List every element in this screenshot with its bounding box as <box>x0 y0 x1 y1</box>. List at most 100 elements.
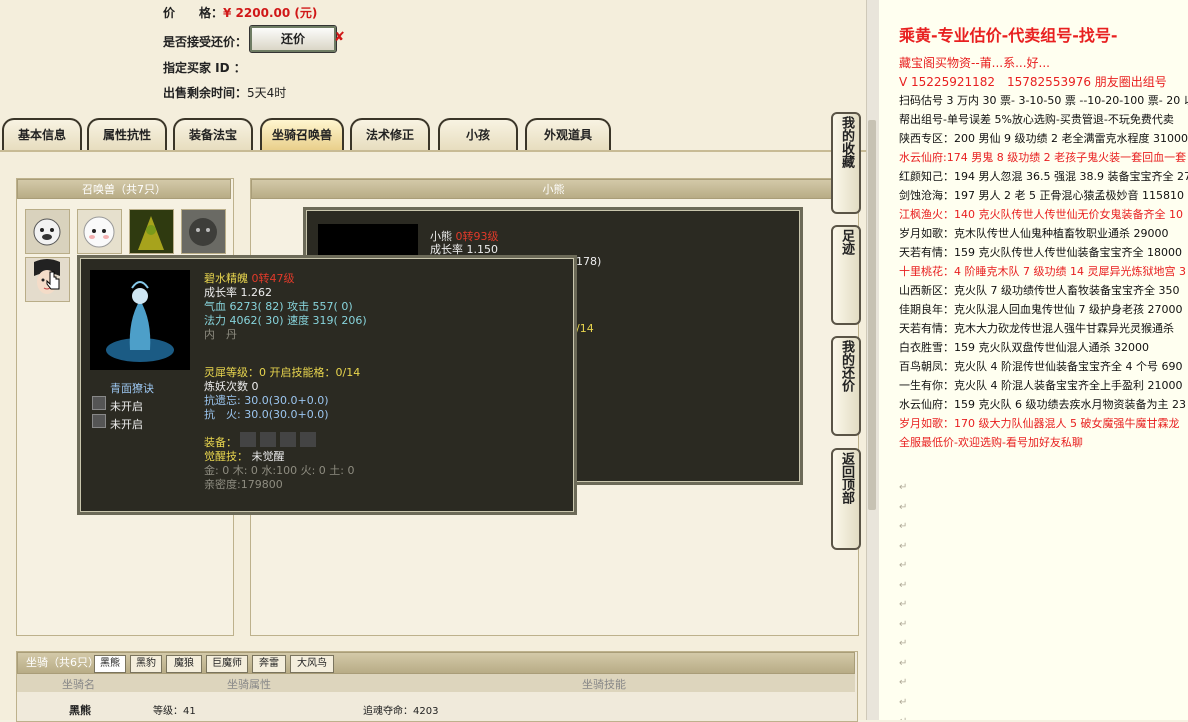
pet-slot-4[interactable] <box>181 209 226 254</box>
return-mark-icon: ↵ <box>899 482 908 493</box>
back-pet-partial-2: /14 <box>576 322 594 335</box>
mount-tab-heixiong[interactable]: 黑熊 <box>94 655 126 673</box>
notes-line: 十里桃花：4 阶睡克木队 7 级功绩 14 灵犀异光炼狱地宫 3 <box>899 265 1186 278</box>
pet-locked-slot-2: 未开启 <box>110 418 143 431</box>
tab-basic-info[interactable]: 基本信息 <box>2 118 82 150</box>
mount-tab-jumoshi[interactable]: 巨魔师 <box>206 655 248 673</box>
mount-header-name: 坐骑名 <box>62 678 95 691</box>
price-label: 价 格： <box>163 6 224 20</box>
return-mark-icon: ↵ <box>899 716 907 720</box>
notes-line: 帮出组号-单号误差 5%放心选购-买贵管退-不玩免费代卖 <box>899 113 1174 126</box>
time-left-label: 出售剩余时间： <box>163 86 248 100</box>
tab-spell-correction[interactable]: 法术修正 <box>350 118 430 150</box>
time-left-value: 5天4时 <box>247 86 287 100</box>
mount-header-attributes: 坐骑属性 <box>227 678 271 691</box>
mount-tab-molang[interactable]: 魔狼 <box>166 655 202 673</box>
notes-line: 山西新区：克火队 7 级功绩传世人畜牧装备宝宝齐全 350 <box>899 284 1180 297</box>
mount-name: 黑熊 <box>69 704 91 717</box>
pet-neidan: 内 丹 <box>204 328 237 341</box>
notes-line: 水云仙府:174 男鬼 8 级功绩 2 老孩子鬼火装一套回血一套 <box>899 151 1187 164</box>
buyer-id-label: 指定买家 ID ： <box>163 61 246 75</box>
return-mark-icon: ↵ <box>899 560 908 571</box>
mount-tab-dafengniao[interactable]: 大风鸟 <box>290 655 334 673</box>
mount-life: 追魂夺命：4203 <box>363 706 439 717</box>
notes-line: 佳期良年：克火队混人回血鬼传世仙 7 级护身老孩 27000 <box>899 303 1183 316</box>
pet-skill: 青面獠诀 <box>110 382 154 395</box>
return-mark-icon: ↵ <box>899 599 908 610</box>
pet-tooltip: 碧水精魄 0转47级 成长率 1.262 气血 6273( 82) 攻击 557… <box>77 255 577 515</box>
notes-line: 天若有情：159 克火队传世人传世仙装备宝宝齐全 18000 <box>899 246 1182 259</box>
scrollbar-thumb[interactable] <box>868 120 876 510</box>
notes-line: 岁月如歌：克木队传世人仙鬼种植畜牧职业通杀 29000 <box>899 227 1169 240</box>
notes-line: 天若有情：克木大力砍龙传世混人强牛甘霖异光灵猴通杀 <box>899 322 1174 335</box>
mount-tab-heibao[interactable]: 黑豹 <box>130 655 162 673</box>
lock-icon <box>92 414 106 428</box>
return-mark-icon: ↵ <box>899 579 908 591</box>
pet-slot-3[interactable] <box>129 209 174 254</box>
notes-line: 岁月如歌：170 级大力队仙器混人 5 破女魔强牛魔甘霖龙 <box>899 417 1180 430</box>
mount-header-skills: 坐骑技能 <box>582 678 626 691</box>
return-mark-icon: ↵ <box>899 638 908 649</box>
tab-attributes[interactable]: 属性抗性 <box>87 118 167 150</box>
return-mark-icon: ↵ <box>899 521 908 532</box>
notes-line: 剑蚀沧海：197 男人 2 老 5 正骨混心猿孟极妙音 115810 <box>899 189 1184 202</box>
footprint-button[interactable]: 足迹 <box>831 225 861 325</box>
notes-line: 江枫渔火：140 克火队传世人传世仙无价女鬼装备齐全 10 <box>899 208 1183 221</box>
notes-line: 藏宝阁买物资--莆...系...好... <box>899 56 1050 70</box>
summon-list-title: 召唤兽（共7只） <box>17 179 231 199</box>
pet-intimacy: 亲密度:179800 <box>204 478 283 491</box>
notes-line: 一生有你：克火队 4 阶混人装备宝宝齐全上手盈利 21000 <box>899 379 1183 392</box>
notes-line: 全服最低价-欢迎选购-看号加好友私聊 <box>899 436 1083 449</box>
accept-counter-label: 是否接受还价： <box>163 35 248 49</box>
notes-pane: 乘黄-专业估价-代卖组号-找号- 藏宝阁买物资--莆...系...好... V 1… <box>879 0 1188 720</box>
pet-portrait <box>90 270 190 370</box>
tab-mounts-summons[interactable]: 坐骑召唤兽 <box>260 118 344 150</box>
return-mark-icon: ↵ <box>899 696 908 708</box>
notes-line: 陕西专区：200 男仙 9 级功绩 2 老全满雷克水程度 31000 <box>899 132 1188 145</box>
return-mark-icon: ↵ <box>899 540 908 552</box>
notes-line: 白衣胜雪：159 克火队双盘传世仙混人通杀 32000 <box>899 341 1149 354</box>
my-counter-offers-label: 我的还价 <box>839 340 854 392</box>
time-left-row: 出售剩余时间：5天4时 <box>163 84 286 101</box>
notes-title: 乘黄-专业估价-代卖组号-找号- <box>899 26 1118 45</box>
mount-row: 黑熊 等级：41 追魂夺命：4203 <box>17 700 855 720</box>
price-value: ¥ 2200.00 (元) <box>223 6 318 20</box>
notes-line: 红颜知己：194 男人忽混 36.5 强混 38.9 装备宝宝齐全 270 <box>899 170 1188 183</box>
return-mark-icon: ↵ <box>899 677 908 688</box>
notes-line: 水云仙府：159 克火队 6 级功绩去疾水月物资装备为主 23 <box>899 398 1186 411</box>
lock-icon <box>92 396 106 410</box>
notes-line: 扫码估号 3 万内 30 票- 3-10-50 票 --10-20-100 票-… <box>899 94 1188 107</box>
pet-locked-slot-1: 未开启 <box>110 400 143 413</box>
my-favorites-button[interactable]: 我的收藏 <box>831 112 861 214</box>
pet-slot-2[interactable] <box>77 209 122 254</box>
tab-child[interactable]: 小孩 <box>438 118 518 150</box>
back-to-top-label: 返回顶部 <box>839 452 854 504</box>
footprint-label: 足迹 <box>839 229 854 255</box>
category-tabs: 基本信息 属性抗性 装备法宝 坐骑召唤兽 法术修正 小孩 外观道具 <box>0 114 866 152</box>
mount-table-header: 坐骑名 坐骑属性 坐骑技能 <box>17 674 855 692</box>
equip-slot <box>240 432 256 447</box>
price-row: 价 格：¥ 2200.00 (元) <box>163 4 317 21</box>
my-favorites-label: 我的收藏 <box>839 116 854 168</box>
return-mark-icon: ↵ <box>899 657 908 669</box>
close-icon: ✘ <box>334 30 345 45</box>
notes-line: V 15225921182 15782553976 朋友圈出组号 <box>899 75 1167 89</box>
counter-offer-button[interactable]: 还价 <box>249 25 337 53</box>
return-mark-icon: ↵ <box>899 618 908 630</box>
trade-detail-pane: 价 格：¥ 2200.00 (元) 是否接受还价： 还价 ✘ 指定买家 ID ：… <box>0 0 866 722</box>
equip-slot <box>300 432 316 447</box>
mount-level: 等级：41 <box>153 706 196 717</box>
pet-resist-fire: 抗 火: 30.0(30.0+0.0) <box>204 408 329 421</box>
mount-tab-benlei[interactable]: 奔雷 <box>252 655 286 673</box>
return-mark-icon: ↵ <box>899 501 908 513</box>
tab-equipment[interactable]: 装备法宝 <box>173 118 253 150</box>
my-counter-offers-button[interactable]: 我的还价 <box>831 336 861 436</box>
notes-line: 百鸟朝凤：克火队 4 阶混传世仙装备宝宝齐全 4 个号 690 <box>899 360 1183 373</box>
equip-slot <box>260 432 276 447</box>
pet-slot-1[interactable] <box>25 209 70 254</box>
cursor-hand-icon <box>46 270 62 293</box>
back-to-top-button[interactable]: 返回顶部 <box>831 448 861 550</box>
tab-appearance-items[interactable]: 外观道具 <box>525 118 611 150</box>
equip-slot <box>280 432 296 447</box>
back-pet-partial-1: 178) <box>576 255 602 268</box>
